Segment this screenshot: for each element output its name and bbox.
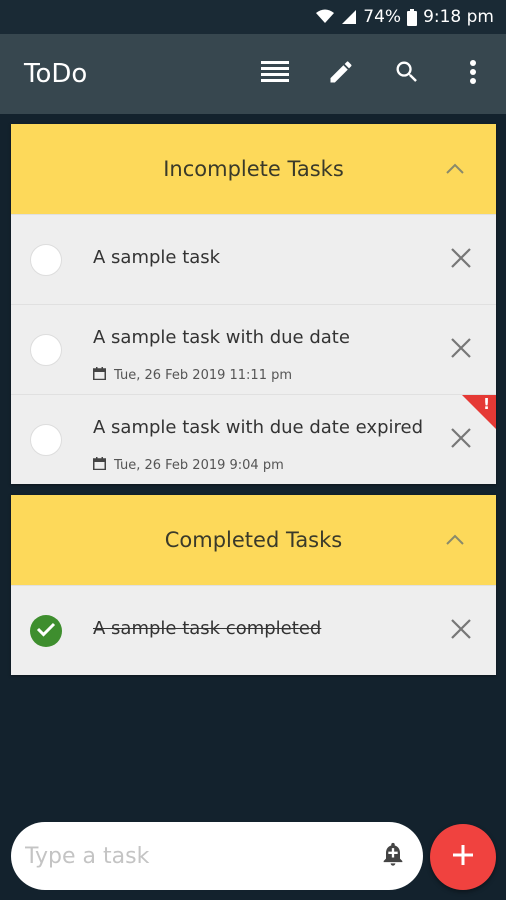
edit-icon [327, 58, 355, 90]
task-row[interactable]: A sample task with due date expired Tue,… [11, 394, 496, 484]
signal-icon [341, 9, 357, 25]
search-icon [393, 58, 421, 90]
app-title: ToDo [24, 59, 88, 89]
check-icon [36, 621, 56, 641]
task-due-date: Tue, 26 Feb 2019 11:11 pm [93, 367, 292, 384]
task-due-date: Tue, 26 Feb 2019 9:04 pm [93, 457, 284, 474]
close-icon [450, 427, 472, 453]
bell-add-icon [379, 840, 407, 872]
status-time: 9:18 pm [423, 7, 494, 27]
more-options-button[interactable] [440, 46, 506, 102]
chevron-up-icon[interactable] [440, 525, 470, 555]
close-icon [450, 618, 472, 644]
incomplete-tasks-header[interactable]: Incomplete Tasks [11, 124, 496, 214]
reminder-button[interactable] [375, 838, 411, 874]
task-row[interactable]: A sample task [11, 214, 496, 304]
close-icon [450, 247, 472, 273]
task-row[interactable]: A sample task with due date Tue, 26 Feb … [11, 304, 496, 394]
battery-icon [407, 8, 418, 26]
wifi-icon [315, 9, 335, 25]
status-bar: 74% 9:18 pm [0, 0, 506, 34]
list-icon [261, 61, 289, 87]
task-input-container [11, 822, 423, 890]
add-task-button[interactable] [430, 824, 496, 890]
expired-mark: ! [483, 395, 490, 413]
task-input[interactable] [25, 843, 375, 869]
plus-icon [452, 844, 474, 870]
task-text: A sample task completed [93, 618, 322, 639]
task-row[interactable]: A sample task completed [11, 585, 496, 675]
chevron-up-icon[interactable] [440, 154, 470, 184]
expired-flag [462, 395, 496, 429]
task-text: A sample task [93, 247, 221, 268]
task-checkbox[interactable] [30, 244, 62, 276]
due-date-text: Tue, 26 Feb 2019 9:04 pm [114, 458, 284, 473]
delete-task-button[interactable] [448, 337, 474, 363]
delete-task-button[interactable] [448, 618, 474, 644]
calendar-icon [93, 367, 106, 384]
due-date-text: Tue, 26 Feb 2019 11:11 pm [114, 368, 293, 383]
task-checkbox[interactable] [30, 424, 62, 456]
task-text: A sample task with due date expired [93, 417, 424, 438]
task-checkbox[interactable] [30, 334, 62, 366]
task-text: A sample task with due date [93, 327, 350, 348]
search-button[interactable] [374, 46, 440, 102]
incomplete-tasks-section: Incomplete Tasks A sample task A sample … [11, 124, 496, 484]
delete-task-button[interactable] [448, 247, 474, 273]
completed-tasks-header[interactable]: Completed Tasks [11, 495, 496, 585]
section-title: Completed Tasks [164, 528, 343, 552]
edit-button[interactable] [308, 46, 374, 102]
close-icon [450, 337, 472, 363]
battery-percent: 74% [363, 7, 402, 27]
more-vert-icon [469, 59, 477, 89]
calendar-icon [93, 457, 106, 474]
section-title: Incomplete Tasks [163, 157, 344, 181]
task-checkbox-checked[interactable] [30, 615, 62, 647]
completed-tasks-section: Completed Tasks A sample task completed [11, 495, 496, 675]
list-view-button[interactable] [242, 46, 308, 102]
app-bar: ToDo [0, 34, 506, 114]
delete-task-button[interactable] [448, 427, 474, 453]
